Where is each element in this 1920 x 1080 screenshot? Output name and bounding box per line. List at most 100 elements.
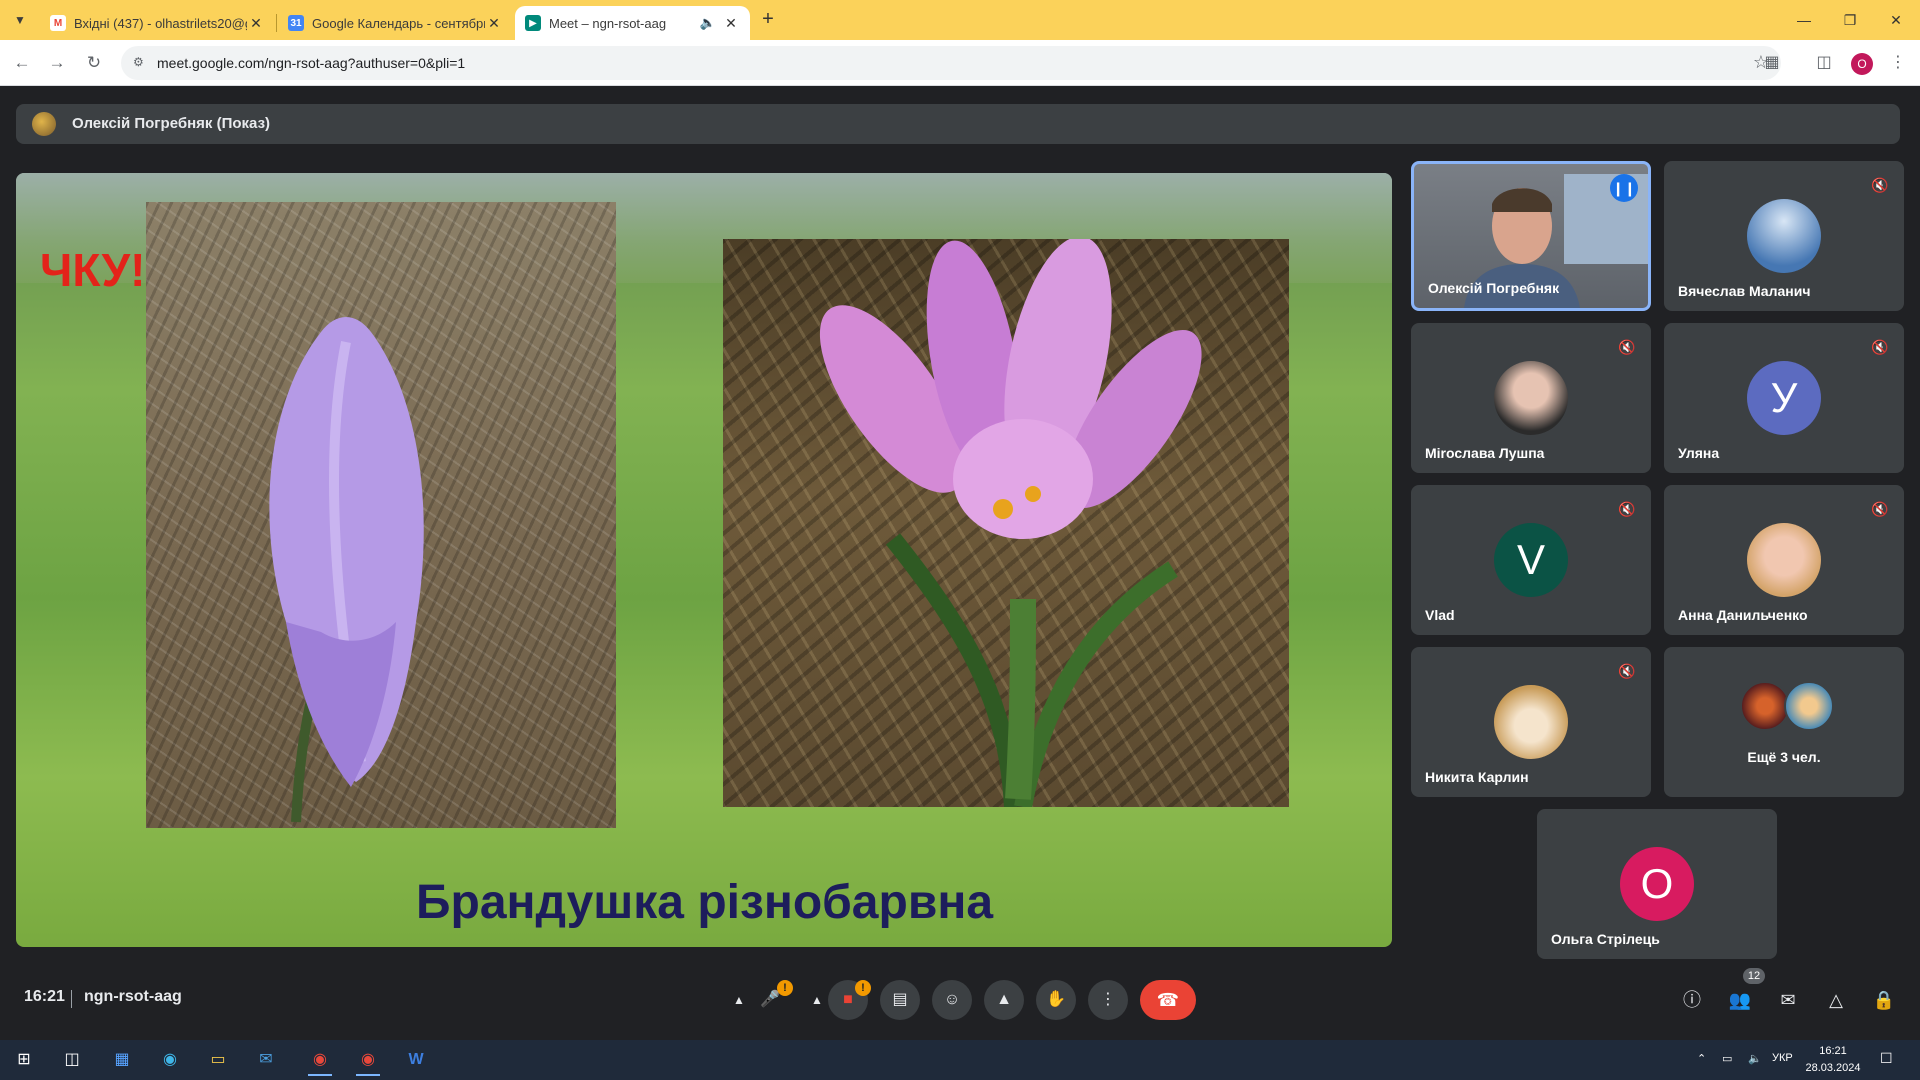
gmail-icon: M	[50, 15, 66, 31]
crocus-flower-image	[819, 239, 1202, 807]
participant-tile[interactable]: 🔇 Анна Данильченко	[1664, 485, 1904, 635]
tab-meet[interactable]: ▶ Meet – ngn-rsot-aag 🔈 ✕	[515, 6, 750, 40]
windows-start-icon[interactable]: ⊞	[4, 1044, 44, 1076]
more-participants-avatars	[1740, 681, 1836, 733]
chrome-icon[interactable]: ◉	[300, 1044, 340, 1076]
close-tab-icon[interactable]: ✕	[722, 15, 740, 32]
new-tab-button[interactable]: +	[757, 8, 779, 30]
taskbar-clock[interactable]: 16:21 28.03.2024	[1805, 1043, 1861, 1077]
taskbar-time: 16:21	[1819, 1045, 1847, 1057]
tab-title: Google Календарь - сентябрь	[312, 15, 485, 31]
mic-off-icon: 🔇	[1618, 501, 1636, 517]
url-text[interactable]: meet.google.com/ngn-rsot-aag?authuser=0&…	[157, 55, 465, 71]
more-options-button[interactable]: ⋮	[1088, 980, 1128, 1020]
more-participants-tile[interactable]: Ещё 3 чел.	[1664, 647, 1904, 797]
tray-chevron-icon[interactable]: ⌃	[1697, 1052, 1706, 1065]
profile-avatar[interactable]: O	[1851, 53, 1873, 75]
meet-icon: ▶	[525, 15, 541, 31]
presenter-bar: Олексій Погребняк (Показ)	[16, 104, 1900, 144]
audio-options-chevron-icon[interactable]: ▲	[725, 980, 753, 1020]
people-icon[interactable]: 👥	[1724, 984, 1756, 1016]
edge-icon[interactable]: ◉	[150, 1044, 190, 1076]
people-count-badge: 12	[1743, 968, 1765, 984]
participant-avatar: У	[1747, 361, 1821, 435]
calendar-icon: 31	[288, 15, 304, 31]
mic-off-icon: 🔇	[1871, 177, 1889, 193]
participant-name: Vlad	[1425, 607, 1455, 623]
slide-red-text: ЧКУ!	[40, 244, 146, 296]
address-bar[interactable]: ⚙ meet.google.com/ngn-rsot-aag?authuser=…	[121, 46, 1781, 80]
participant-tile[interactable]: 🔇 У Уляна	[1664, 323, 1904, 473]
notifications-icon[interactable]: ☐	[1880, 1050, 1893, 1067]
participant-name: Уляна	[1678, 445, 1720, 461]
file-explorer-icon[interactable]: ▭	[198, 1044, 238, 1076]
mail-icon[interactable]: ✉	[246, 1044, 286, 1076]
network-icon[interactable]: ▭	[1722, 1052, 1732, 1065]
browser-toolbar: ← → ↻ ⚙ meet.google.com/ngn-rsot-aag?aut…	[0, 40, 1920, 86]
participant-avatar: О	[1620, 847, 1694, 921]
participant-avatar: V	[1494, 523, 1568, 597]
mic-off-icon: 🔇	[1871, 501, 1889, 517]
clock-separator	[71, 990, 72, 1008]
chrome-profile-icon[interactable]: ◉	[348, 1044, 388, 1076]
camera-warning-badge: !	[855, 980, 871, 996]
participant-tile[interactable]: 🔇 V Vlad	[1411, 485, 1651, 635]
participant-tile[interactable]: 🔇 Міrослава Лушпа	[1411, 323, 1651, 473]
slide-caption: Брандушка різнобарвна	[416, 876, 994, 929]
participant-name: Анна Данильченко	[1678, 607, 1808, 623]
browser-tab-strip: ▼ M Вхідні (437) - olhastrilets20@gmail.…	[0, 0, 1920, 40]
side-panel-icon[interactable]: ◫	[1812, 51, 1836, 75]
minimize-button[interactable]: —	[1781, 0, 1827, 40]
close-tab-icon[interactable]: ✕	[485, 15, 503, 32]
leave-call-button[interactable]: ☎	[1140, 980, 1196, 1020]
tab-separator	[276, 14, 277, 32]
task-view-icon[interactable]: ◫	[52, 1044, 92, 1076]
reload-button[interactable]: ↻	[82, 51, 106, 75]
restore-button[interactable]: ❐	[1827, 0, 1873, 40]
meeting-code: ngn-rsot-aag	[84, 988, 182, 1005]
participant-tile[interactable]: 🔇 Вячеслав Маланич	[1664, 161, 1904, 311]
tab-audio-icon[interactable]: 🔈	[700, 15, 716, 31]
browser-menu-icon[interactable]: ⋮	[1886, 51, 1910, 75]
host-controls-icon[interactable]: 🔒	[1868, 984, 1900, 1016]
participant-tile[interactable]: 🔇 Никита Карлин	[1411, 647, 1651, 797]
mic-off-icon: 🔇	[1871, 339, 1889, 355]
present-screen-button[interactable]: ▲	[984, 980, 1024, 1020]
forward-button[interactable]: →	[45, 51, 69, 75]
back-button[interactable]: ←	[10, 51, 34, 75]
close-tab-icon[interactable]: ✕	[247, 15, 265, 32]
chat-icon[interactable]: ✉	[1772, 984, 1804, 1016]
extensions-icon[interactable]: ▦	[1760, 51, 1784, 75]
mic-off-icon: 🔇	[1618, 339, 1636, 355]
crocus-bud-image	[269, 317, 424, 823]
volume-icon[interactable]: 🔈	[1748, 1052, 1762, 1065]
emoji-reactions-button[interactable]: ☺	[932, 980, 972, 1020]
meeting-details-icon[interactable]: ⓘ	[1676, 984, 1708, 1016]
close-window-button[interactable]: ✕	[1873, 0, 1919, 40]
slide-photo-left	[146, 202, 616, 828]
windows-taskbar: ⊞ ◫ ▦ ◉ ▭ ✉ ◉ ◉ W ⌃ ▭ 🔈 УКР 16:21 28.03.…	[0, 1040, 1920, 1080]
presenter-avatar	[32, 112, 56, 136]
word-icon[interactable]: W	[396, 1044, 436, 1076]
tab-title: Meet – ngn-rsot-aag	[549, 15, 667, 31]
raise-hand-button[interactable]: ✋	[1036, 980, 1076, 1020]
tab-calendar[interactable]: 31 Google Календарь - сентябрь ✕	[278, 6, 513, 40]
store-icon[interactable]: ▦	[102, 1044, 142, 1076]
participant-name: Міrослава Лушпа	[1425, 445, 1545, 461]
slide-photo-right	[723, 239, 1289, 807]
language-indicator[interactable]: УКР	[1772, 1052, 1793, 1064]
participant-avatar	[1747, 523, 1821, 597]
participant-tile[interactable]: О Ольга Стрілець	[1537, 809, 1777, 959]
more-participants-label: Ещё 3 чел.	[1747, 749, 1821, 765]
video-options-chevron-icon[interactable]: ▲	[803, 980, 831, 1020]
presentation-stage[interactable]: ЧКУ! Брандушка різнобарвна	[16, 173, 1392, 947]
site-info-icon[interactable]: ⚙	[133, 55, 149, 71]
tab-gmail[interactable]: M Вхідні (437) - olhastrilets20@gmail.co…	[40, 6, 275, 40]
captions-button[interactable]: ▤	[880, 980, 920, 1020]
participant-avatar	[1494, 685, 1568, 759]
speaking-indicator-icon: ❙❙	[1610, 174, 1638, 202]
tab-search-chevron-icon[interactable]: ▼	[8, 8, 32, 32]
activities-icon[interactable]: △	[1820, 984, 1852, 1016]
participant-tile[interactable]: ❙❙ Олексій Погребняк	[1411, 161, 1651, 311]
meeting-clock: 16:21	[24, 988, 65, 1005]
